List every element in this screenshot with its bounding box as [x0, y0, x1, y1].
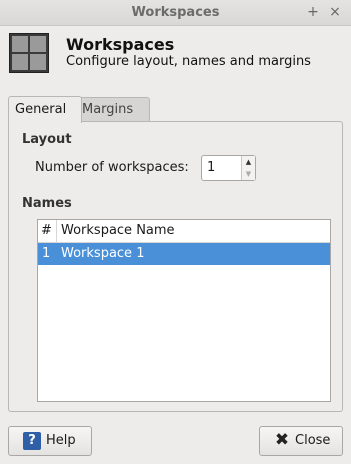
tab-general[interactable]: General — [8, 96, 82, 123]
title-bar[interactable]: Workspaces + × — [0, 0, 351, 26]
column-header-name[interactable]: Workspace Name — [61, 223, 175, 238]
row-index: 1 — [42, 246, 51, 261]
close-button-label: Close — [295, 433, 331, 448]
increment-icon[interactable]: ▲ — [242, 156, 255, 168]
workspaces-count-value[interactable]: 1 — [207, 160, 215, 175]
tab-margins[interactable]: Margins — [75, 97, 150, 121]
close-icon: ✖ — [274, 430, 290, 450]
workspaces-count-spinner[interactable]: 1 ▲ ▼ — [201, 155, 256, 181]
list-header: # Workspace Name — [38, 220, 330, 243]
help-button[interactable]: ? Help — [8, 426, 92, 456]
decrement-icon[interactable]: ▼ — [242, 168, 255, 180]
close-button[interactable]: ✖ Close — [259, 426, 343, 456]
close-window-icon[interactable]: × — [327, 3, 343, 21]
workspaces-icon — [9, 33, 49, 73]
layout-section-title: Layout — [22, 132, 72, 147]
spinner-arrows: ▲ ▼ — [241, 156, 255, 180]
names-section-title: Names — [22, 196, 72, 211]
column-divider — [56, 220, 57, 242]
help-icon: ? — [23, 432, 41, 450]
workspace-names-list[interactable]: # Workspace Name 1 Workspace 1 — [37, 219, 331, 402]
workspaces-count-label: Number of workspaces: — [35, 160, 189, 175]
header-subtitle: Configure layout, names and margins — [66, 54, 311, 69]
column-header-index[interactable]: # — [41, 223, 52, 238]
header-title: Workspaces — [66, 35, 175, 54]
table-row[interactable]: 1 Workspace 1 — [38, 243, 330, 265]
window-title: Workspaces — [131, 5, 220, 20]
help-button-label: Help — [46, 433, 76, 448]
row-workspace-name[interactable]: Workspace 1 — [61, 246, 144, 261]
pin-icon[interactable]: + — [305, 3, 321, 21]
